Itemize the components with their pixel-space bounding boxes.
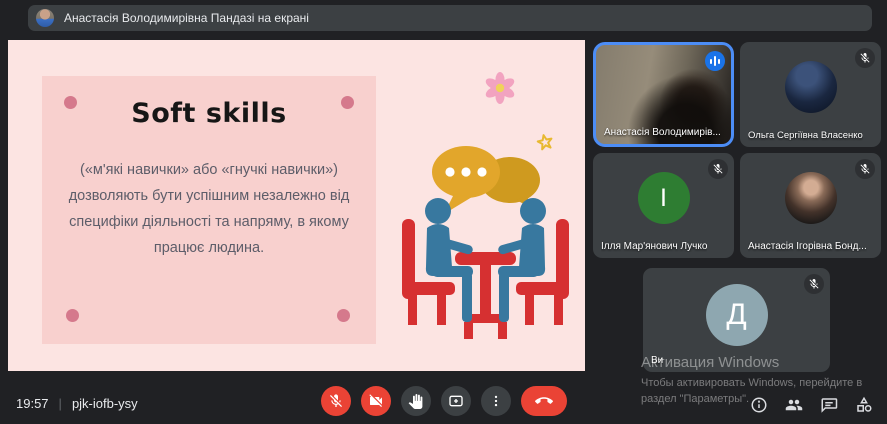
camera-off-icon <box>368 393 384 409</box>
more-options-icon <box>489 394 503 408</box>
participant-name: Анастасія Ігорівна Бонд... <box>748 241 867 252</box>
mic-muted-icon <box>708 159 728 179</box>
conversation-illustration <box>398 64 573 349</box>
participant-tile-olha[interactable]: Ольга Сергіївна Власенко <box>740 42 881 147</box>
clock-time: 19:57 <box>16 396 49 411</box>
decor-dot <box>64 96 77 109</box>
participant-tile-presenter[interactable]: Анастасія Володимирів... <box>593 42 734 147</box>
avatar-initial: І <box>638 172 690 224</box>
end-call-icon <box>535 392 553 410</box>
chat-button[interactable] <box>820 396 838 414</box>
presenter-avatar <box>36 9 54 27</box>
mic-off-button[interactable] <box>321 386 351 416</box>
activities-button[interactable] <box>855 396 873 414</box>
windows-activation-watermark: Активация Windows <box>641 354 779 371</box>
info-button[interactable] <box>750 396 768 414</box>
avatar-initial: Д <box>706 284 768 346</box>
divider: | <box>59 396 62 411</box>
end-call-button[interactable] <box>521 386 567 416</box>
slide-text-card: Soft skills («м'які навички» або «гнучкі… <box>42 76 376 344</box>
participants-button[interactable] <box>785 396 803 414</box>
mic-muted-icon <box>855 48 875 68</box>
decor-dot <box>66 309 79 322</box>
mic-off-icon <box>328 393 344 409</box>
avatar <box>785 61 837 113</box>
more-options-button[interactable] <box>481 386 511 416</box>
participant-tile-anastasiia[interactable]: Анастасія Ігорівна Бонд... <box>740 153 881 258</box>
decor-dot <box>341 96 354 109</box>
decor-dot <box>337 309 350 322</box>
mic-muted-icon <box>804 274 824 294</box>
presenter-status-label: Анастасія Володимирівна Пандазі на екран… <box>64 11 309 25</box>
participant-name: Ольга Сергіївна Власенко <box>748 130 863 141</box>
present-screen-icon <box>448 393 464 409</box>
slide-title: Soft skills <box>42 98 376 129</box>
camera-off-button[interactable] <box>361 386 391 416</box>
presenter-status-bar: Анастасія Володимирівна Пандазі на екран… <box>28 5 872 31</box>
raise-hand-icon <box>408 394 423 409</box>
shared-screen-presentation[interactable]: Soft skills («м'які навички» або «гнучкі… <box>8 40 585 371</box>
meeting-code: pjk-iofb-ysy <box>72 396 138 411</box>
participant-name: Ілля Мар'янович Лучко <box>601 241 707 252</box>
participant-name: Анастасія Володимирів... <box>604 127 721 138</box>
participant-tile-illia[interactable]: І Ілля Мар'янович Лучко <box>593 153 734 258</box>
meeting-info: 19:57 | pjk-iofb-ysy <box>16 396 138 411</box>
side-panel-icons <box>750 396 873 414</box>
mic-muted-icon <box>855 159 875 179</box>
star-icon <box>537 134 554 150</box>
raise-hand-button[interactable] <box>401 386 431 416</box>
speaking-indicator-icon <box>705 51 725 71</box>
call-controls <box>321 386 567 416</box>
flower-icon <box>484 72 516 104</box>
avatar <box>785 172 837 224</box>
slide-body-text: («м'які навички» або «гнучкі навички») д… <box>62 157 356 261</box>
present-screen-button[interactable] <box>441 386 471 416</box>
